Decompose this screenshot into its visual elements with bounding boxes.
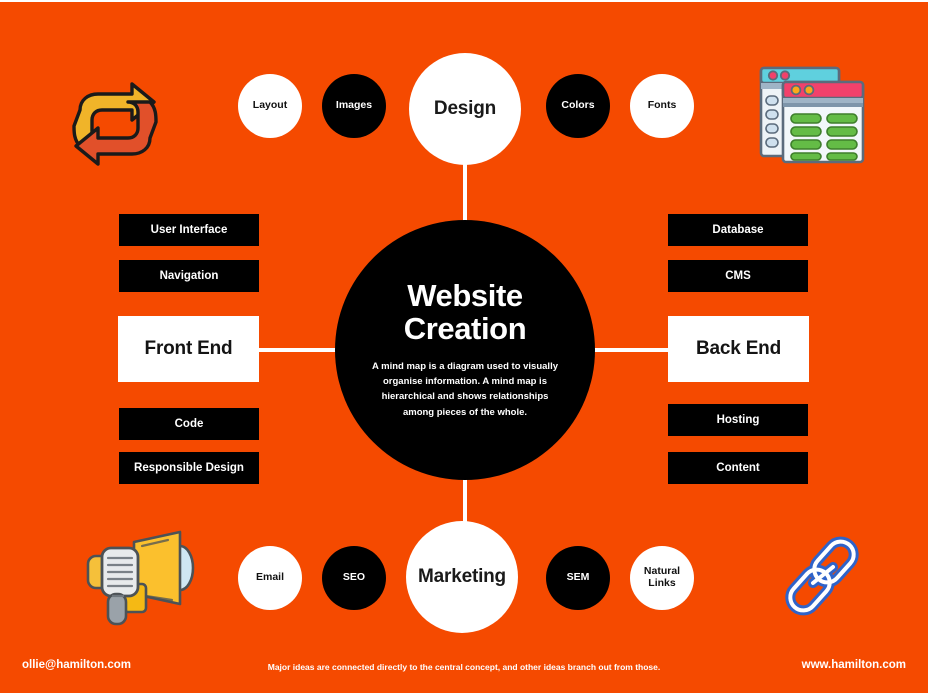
node-frontend-child-responsible-design[interactable]: Responsible Design [119,452,259,484]
node-backend-child-database[interactable]: Database [668,214,808,246]
connector-center-to-frontend [255,348,345,352]
node-frontend-child-navigation[interactable]: Navigation [119,260,259,292]
megaphone-icon [76,526,206,631]
node-design[interactable]: Design [409,53,521,165]
node-design-child-fonts[interactable]: Fonts [630,74,694,138]
footer: ollie@hamilton.com Major ideas are conne… [0,643,928,693]
node-label: Layout [252,99,288,112]
node-frontend[interactable]: Front End [118,316,259,382]
node-label: Design [433,98,497,120]
footer-tagline: Major ideas are connected directly to th… [267,662,661,672]
node-label: Database [712,224,764,236]
node-label: Code [174,418,204,430]
node-label: User Interface [150,224,228,236]
mindmap-canvas: Layout Images Design Colors Fonts User I… [0,0,928,693]
node-label: Front End [144,338,233,359]
browser-windows-icon [757,64,867,169]
node-marketing-child-sem[interactable]: SEM [546,546,610,610]
center-title-line2: Creation [403,310,527,346]
node-label: Navigation [159,270,219,282]
chain-link-icon [777,533,873,624]
node-marketing-child-email[interactable]: Email [238,546,302,610]
node-design-child-layout[interactable]: Layout [238,74,302,138]
node-design-child-images[interactable]: Images [322,74,386,138]
node-marketing[interactable]: Marketing [406,521,518,633]
node-label: Fonts [647,99,677,112]
connector-center-to-design [463,162,467,226]
center-title-line1: Website [407,277,523,313]
node-design-child-colors[interactable]: Colors [546,74,610,138]
node-label: Hosting [716,414,760,426]
node-label: CMS [725,270,751,282]
node-label: Images [335,99,373,112]
center-description: A mind map is a diagram used to visually… [371,360,558,418]
node-marketing-child-natural-links[interactable]: Natural Links [630,546,694,610]
node-label: SEO [342,571,366,584]
node-label: Back End [696,338,781,359]
node-label: Natural Links [643,565,681,589]
node-backend-child-content[interactable]: Content [668,452,808,484]
node-label: SEM [566,571,590,584]
node-label: Marketing [418,566,506,588]
refresh-cycle-icon [62,80,168,175]
center-hub[interactable]: Website Creation A mind map is a diagram… [335,220,595,480]
node-backend-child-hosting[interactable]: Hosting [668,404,808,436]
node-label: Content [716,462,760,474]
node-backend-child-cms[interactable]: CMS [668,260,808,292]
node-frontend-child-user-interface[interactable]: User Interface [119,214,259,246]
footer-website[interactable]: www.hamilton.com [802,659,906,671]
center-title: Website Creation [403,277,527,346]
node-marketing-child-seo[interactable]: SEO [322,546,386,610]
node-backend[interactable]: Back End [668,316,809,382]
node-label: Email [255,571,284,584]
node-frontend-child-code[interactable]: Code [119,408,259,440]
connector-center-to-backend [585,348,675,352]
node-label: Responsible Design [134,462,244,474]
node-label: Colors [561,99,595,112]
